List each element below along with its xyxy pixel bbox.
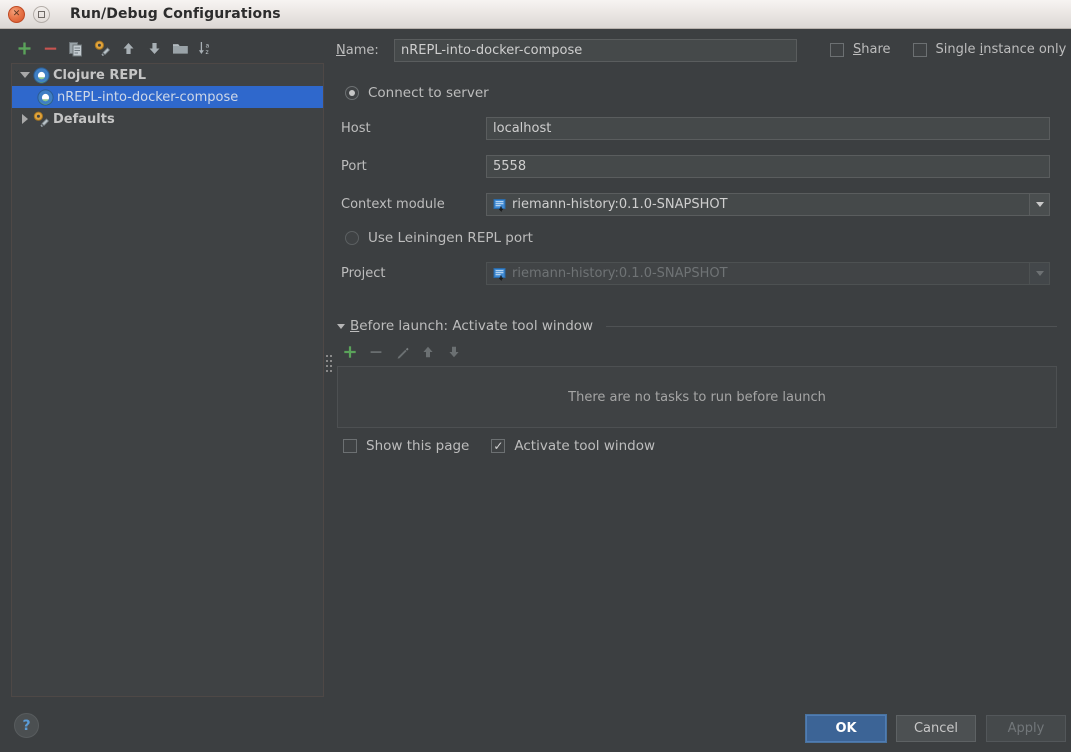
- host-label: Host: [341, 121, 371, 136]
- tree-node-defaults[interactable]: Defaults: [12, 108, 323, 130]
- project-label: Project: [341, 266, 386, 281]
- context-module-label: Context module: [341, 197, 445, 212]
- maximize-glyph: [38, 10, 45, 18]
- window-title: Run/Debug Configurations: [70, 6, 281, 22]
- before-launch-title-rest: efore launch: Activate tool window: [359, 318, 594, 334]
- sort-configurations-button[interactable]: a z: [197, 40, 215, 58]
- move-up-button[interactable]: [119, 40, 137, 58]
- share-checkbox[interactable]: [830, 42, 844, 57]
- show-this-page-checkbox[interactable]: [343, 439, 357, 453]
- clojure-repl-icon: [33, 66, 50, 84]
- before-launch-tasks-list[interactable]: There are no tasks to run before launch: [337, 366, 1057, 428]
- single-instance-checkbox[interactable]: [912, 42, 927, 57]
- project-combobox: riemann-history:0.1.0-SNAPSHOT: [486, 262, 1050, 285]
- edit-task-button: [393, 343, 411, 361]
- connect-to-server-row[interactable]: Connect to server: [345, 85, 489, 101]
- tree-node-label: Defaults: [53, 111, 115, 127]
- configurations-toolbar: a z: [8, 36, 323, 61]
- remove-configuration-button[interactable]: [41, 40, 59, 58]
- name-input[interactable]: nREPL-into-docker-compose: [394, 39, 797, 62]
- clojure-repl-icon: [37, 88, 54, 106]
- chevron-down-icon: [1029, 263, 1049, 284]
- chevron-down-icon[interactable]: [1029, 194, 1049, 215]
- collapse-triangle-icon[interactable]: [337, 323, 345, 329]
- window-title-bar: ✕ Run/Debug Configurations: [0, 0, 1071, 29]
- close-glyph: ✕: [12, 8, 21, 19]
- before-launch-title-mnemonic: B: [350, 318, 360, 334]
- maximize-icon[interactable]: [33, 5, 50, 23]
- name-label-mnemonic: N: [336, 43, 346, 58]
- single-instance-label-pre: Single: [935, 42, 980, 57]
- svg-text:z: z: [206, 49, 209, 56]
- project-value: riemann-history:0.1.0-SNAPSHOT: [512, 266, 728, 281]
- wrench-gear-icon: [33, 111, 50, 128]
- add-configuration-button[interactable]: [15, 40, 33, 58]
- port-row: Port 5558: [341, 155, 1061, 178]
- before-launch-options-row: Show this page ✓ Activate tool window: [343, 438, 655, 454]
- cancel-button[interactable]: Cancel: [896, 715, 976, 742]
- module-icon: [493, 198, 507, 212]
- port-input[interactable]: 5558: [486, 155, 1050, 178]
- use-leiningen-repl-port-row[interactable]: Use Leiningen REPL port: [345, 230, 533, 246]
- connect-to-server-radio[interactable]: [345, 86, 359, 100]
- close-icon[interactable]: ✕: [8, 5, 25, 23]
- show-this-page-label: Show this page: [366, 438, 470, 454]
- tree-node-label: nREPL-into-docker-compose: [57, 89, 239, 105]
- help-button[interactable]: ?: [14, 713, 39, 738]
- expand-collapse-down-icon[interactable]: [18, 69, 31, 82]
- share-row: Share Single instance only: [830, 42, 1066, 57]
- activate-tool-window-checkbox[interactable]: ✓: [491, 439, 506, 453]
- tree-node-label: Clojure REPL: [53, 67, 147, 83]
- tree-node-nrepl-into-docker-compose[interactable]: nREPL-into-docker-compose: [12, 86, 323, 108]
- edit-defaults-button[interactable]: [93, 40, 111, 58]
- name-label: Name:: [336, 43, 388, 58]
- host-input[interactable]: localhost: [486, 117, 1050, 140]
- connect-to-server-label: Connect to server: [368, 85, 489, 101]
- move-down-button[interactable]: [145, 40, 163, 58]
- activate-tool-window-label: Activate tool window: [514, 438, 656, 454]
- configurations-tree[interactable]: Clojure REPL nREPL-into-docker-compose D…: [11, 63, 324, 697]
- help-icon: ?: [22, 717, 31, 734]
- use-leiningen-repl-port-label: Use Leiningen REPL port: [368, 230, 533, 246]
- share-label-rest: hare: [861, 42, 891, 57]
- copy-configuration-button[interactable]: [67, 40, 85, 58]
- move-task-down-button: [445, 343, 463, 361]
- ok-button[interactable]: OK: [806, 715, 886, 742]
- module-icon: [493, 267, 507, 281]
- remove-task-button: [367, 343, 385, 361]
- context-module-row: Context module riemann-history:0.1.0-SNA…: [341, 193, 1061, 216]
- tree-node-clojure-repl[interactable]: Clojure REPL: [12, 64, 323, 86]
- share-label: Share: [853, 42, 891, 57]
- create-folder-button[interactable]: [171, 40, 189, 58]
- before-launch-toolbar: [341, 342, 463, 362]
- single-instance-label-rest: nstance only: [983, 42, 1067, 57]
- apply-button: Apply: [986, 715, 1066, 742]
- dialog-button-bar: OK Cancel Apply: [806, 715, 1066, 742]
- add-task-button[interactable]: [341, 343, 359, 361]
- single-instance-label: Single instance only: [936, 42, 1067, 57]
- before-launch-title: Before launch: Activate tool window: [350, 318, 593, 334]
- use-leiningen-repl-port-radio[interactable]: [345, 231, 359, 245]
- check-icon: ✓: [493, 439, 504, 453]
- before-launch-empty-text: There are no tasks to run before launch: [568, 389, 826, 405]
- project-row: Project riemann-history:0.1.0-SNAPSHOT: [341, 262, 1061, 285]
- section-divider: [606, 325, 1057, 327]
- panel-splitter-handle[interactable]: [325, 354, 333, 376]
- before-launch-header[interactable]: Before launch: Activate tool window: [337, 318, 1057, 334]
- context-module-combobox[interactable]: riemann-history:0.1.0-SNAPSHOT: [486, 193, 1050, 216]
- name-label-rest: ame:: [345, 43, 379, 58]
- move-task-up-button: [419, 343, 437, 361]
- context-module-value: riemann-history:0.1.0-SNAPSHOT: [512, 197, 728, 212]
- port-label: Port: [341, 159, 367, 174]
- host-row: Host localhost: [341, 117, 1061, 140]
- expand-collapse-right-icon[interactable]: [18, 113, 31, 126]
